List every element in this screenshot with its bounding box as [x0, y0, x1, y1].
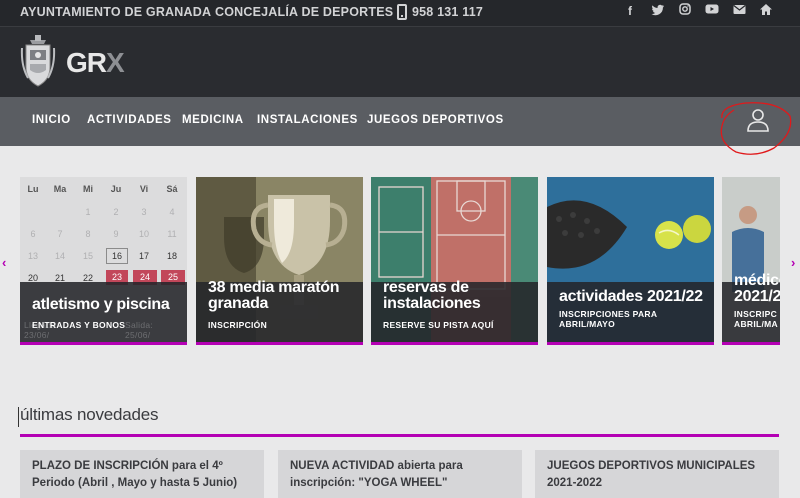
news-text: PLAZO DE INSCRIPCIÓN para el 4º Periodo …	[32, 460, 238, 489]
nav-instalaciones[interactable]: INSTALACIONES	[257, 114, 358, 126]
main-nav: INICIO ACTIVIDADES MEDICINA INSTALACIONE…	[0, 97, 800, 146]
phone-number[interactable]: 958 131 117	[412, 5, 483, 19]
slider-prev-arrow[interactable]: ‹	[2, 255, 6, 270]
cal-day: 15	[82, 251, 93, 261]
nav-juegos-deportivos[interactable]: JUEGOS DEPORTIVOS	[367, 114, 504, 126]
cal-day-today: 16	[106, 248, 128, 264]
cal-day: 13	[27, 251, 38, 261]
logo-bar: GRX	[0, 26, 800, 97]
slide-reservas-instalaciones[interactable]: reservas de instalaciones RESERVE SU PIS…	[371, 177, 538, 345]
cal-day: 18	[166, 251, 177, 261]
cal-dow-sa: Sá	[166, 184, 178, 194]
facebook-icon[interactable]: f	[622, 3, 638, 19]
cal-dow-ju: Ju	[110, 184, 122, 194]
twitter-icon[interactable]	[650, 3, 666, 19]
news-item[interactable]: JUEGOS DEPORTIVOS MUNICIPALES 2021-2022	[535, 450, 779, 498]
cal-day: 10	[138, 229, 149, 239]
slide-actividades-2021-22[interactable]: actividades 2021/22 INSCRIPCIONES PARA A…	[547, 177, 714, 345]
nav-actividades[interactable]: ACTIVIDADES	[87, 114, 172, 126]
home-icon[interactable]	[758, 3, 774, 19]
slide-medico[interactable]: médico 2021/2 INSCRIPC ABRIL/MA	[722, 177, 780, 345]
card-subtitle: ENTRADAS Y BONOS	[32, 320, 126, 330]
card-title: médico 2021/2	[734, 272, 780, 305]
cal-day: 1	[85, 207, 91, 217]
cal-dow-mi: Mi	[83, 184, 93, 194]
granada-crest-logo[interactable]	[20, 34, 56, 90]
news-text: NUEVA ACTIVIDAD abierta para inscripción…	[290, 460, 463, 489]
cal-dow-lu: Lu	[27, 184, 39, 194]
news-item[interactable]: PLAZO DE INSCRIPCIÓN para el 4º Periodo …	[20, 450, 264, 498]
top-bar: AYUNTAMIENTO DE GRANADA CONCEJALÍA DE DE…	[0, 0, 800, 26]
dept-name[interactable]: CONCEJALÍA DE DEPORTES	[215, 5, 393, 19]
text-cursor	[18, 407, 19, 427]
cal-day: 8	[85, 229, 91, 239]
youtube-icon[interactable]	[704, 3, 720, 19]
section-divider	[20, 434, 779, 437]
mail-icon[interactable]	[731, 3, 747, 19]
cal-checkin-date: 23/06/	[24, 330, 50, 340]
cal-day: 7	[57, 229, 63, 239]
org-name[interactable]: AYUNTAMIENTO DE GRANADA	[20, 5, 211, 19]
news-text: JUEGOS DEPORTIVOS MUNICIPALES 2021-2022	[547, 460, 756, 489]
cal-day: 4	[169, 207, 175, 217]
grx-logo[interactable]: GRX	[66, 47, 125, 79]
nav-medicina[interactable]: MEDICINA	[182, 114, 244, 126]
instagram-icon[interactable]	[677, 3, 693, 19]
cal-day: 9	[113, 229, 119, 239]
slide-media-maraton[interactable]: 38 media maratón granada INSCRIPCIÓN	[196, 177, 363, 345]
slider-next-arrow[interactable]: ›	[791, 255, 795, 270]
card-subtitle: INSCRIPCIÓN	[208, 320, 268, 330]
red-annotation-circle	[720, 102, 792, 155]
card-title: 38 media maratón granada	[208, 279, 340, 312]
cal-day: 6	[30, 229, 36, 239]
phone-icon	[397, 4, 407, 20]
card-subtitle: RESERVE SU PISTA AQUÍ	[383, 320, 494, 330]
cal-day: 3	[141, 207, 147, 217]
slide-atletismo-piscina[interactable]: Lu Ma Mi Ju Vi Sá 1 2 3 4 6 7 8 9 10 11 …	[20, 177, 187, 345]
card-title: reservas de instalaciones	[383, 279, 481, 312]
news-item[interactable]: NUEVA ACTIVIDAD abierta para inscripción…	[278, 450, 522, 498]
card-title: atletismo y piscina	[32, 296, 170, 313]
cal-day: 17	[138, 251, 149, 261]
card-subtitle: INSCRIPCIONES PARA ABRIL/MAYO	[559, 309, 657, 329]
card-subtitle: INSCRIPC ABRIL/MA	[734, 309, 778, 329]
cal-checkout-label: Salida:	[125, 320, 154, 330]
nav-inicio[interactable]: INICIO	[32, 114, 71, 126]
cal-day: 14	[54, 251, 65, 261]
cal-dow-vi: Vi	[139, 184, 149, 194]
cal-day: 11	[167, 229, 177, 239]
cal-dow-ma: Ma	[53, 184, 67, 194]
card-title: actividades 2021/22	[559, 288, 703, 305]
section-title: últimas novedades	[18, 405, 159, 427]
cal-checkout-date: 25/06/	[125, 330, 151, 340]
cal-day: 2	[113, 207, 119, 217]
